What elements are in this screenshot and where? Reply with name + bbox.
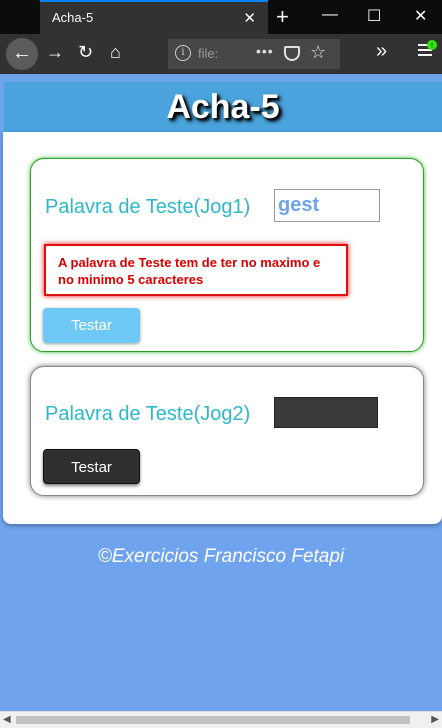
error-message-box: A palavra de Teste tem de ter no maximo … bbox=[44, 244, 348, 296]
update-badge-icon: ↑ bbox=[427, 40, 437, 50]
new-tab-icon[interactable]: + bbox=[276, 4, 289, 30]
scroll-left-icon[interactable]: ◀ bbox=[3, 714, 11, 725]
forward-arrow-icon[interactable]: → bbox=[46, 42, 64, 63]
overflow-chevrons-icon[interactable]: » bbox=[376, 40, 387, 63]
tab-title: Acha-5 bbox=[52, 10, 94, 25]
navigation-toolbar: ← → ↻ ⌂ i file: ••• ☆ » bbox=[0, 34, 442, 74]
page-footer: ©Exercicios Francisco Fetapi bbox=[97, 546, 345, 567]
player1-label: Palavra de Teste(Jog1) bbox=[45, 196, 251, 218]
scroll-right-icon[interactable]: ▶ bbox=[431, 714, 439, 725]
player2-card: Palavra de Teste(Jog2) Testar bbox=[30, 366, 424, 496]
page-actions-icon[interactable]: ••• bbox=[256, 43, 274, 59]
player2-word-input[interactable] bbox=[274, 397, 378, 428]
url-text[interactable]: file: bbox=[198, 46, 218, 61]
pocket-icon[interactable] bbox=[284, 46, 300, 61]
home-icon[interactable]: ⌂ bbox=[110, 42, 121, 63]
info-icon[interactable]: i bbox=[175, 45, 191, 61]
star-icon[interactable]: ☆ bbox=[310, 42, 326, 63]
maximize-icon[interactable]: ☐ bbox=[367, 6, 381, 26]
scrollbar-thumb[interactable] bbox=[16, 716, 410, 724]
player2-test-button[interactable]: Testar bbox=[43, 449, 140, 484]
page-title: Acha-5 bbox=[166, 88, 280, 126]
back-arrow-icon[interactable]: ← bbox=[6, 38, 38, 70]
player1-word-input[interactable]: gest bbox=[274, 189, 380, 222]
window-close-icon[interactable]: ✕ bbox=[414, 6, 427, 26]
tab-close-icon[interactable]: ✕ bbox=[243, 9, 256, 27]
minimize-icon[interactable]: — bbox=[322, 6, 338, 24]
error-message: A palavra de Teste tem de ter no maximo … bbox=[58, 255, 321, 287]
player1-card: Palavra de Teste(Jog1) gest A palavra de… bbox=[30, 158, 424, 352]
url-bar[interactable]: i file: ••• ☆ bbox=[168, 39, 340, 69]
browser-tab[interactable]: Acha-5 ✕ bbox=[40, 0, 268, 34]
tab-bar: Acha-5 ✕ + — ☐ ✕ bbox=[0, 0, 442, 34]
page-header: Acha-5 bbox=[4, 82, 442, 132]
horizontal-scrollbar[interactable]: ◀ ▶ bbox=[0, 711, 442, 728]
player1-test-button[interactable]: Testar bbox=[43, 308, 140, 343]
player2-label: Palavra de Teste(Jog2) bbox=[45, 403, 251, 425]
reload-icon[interactable]: ↻ bbox=[78, 42, 93, 63]
